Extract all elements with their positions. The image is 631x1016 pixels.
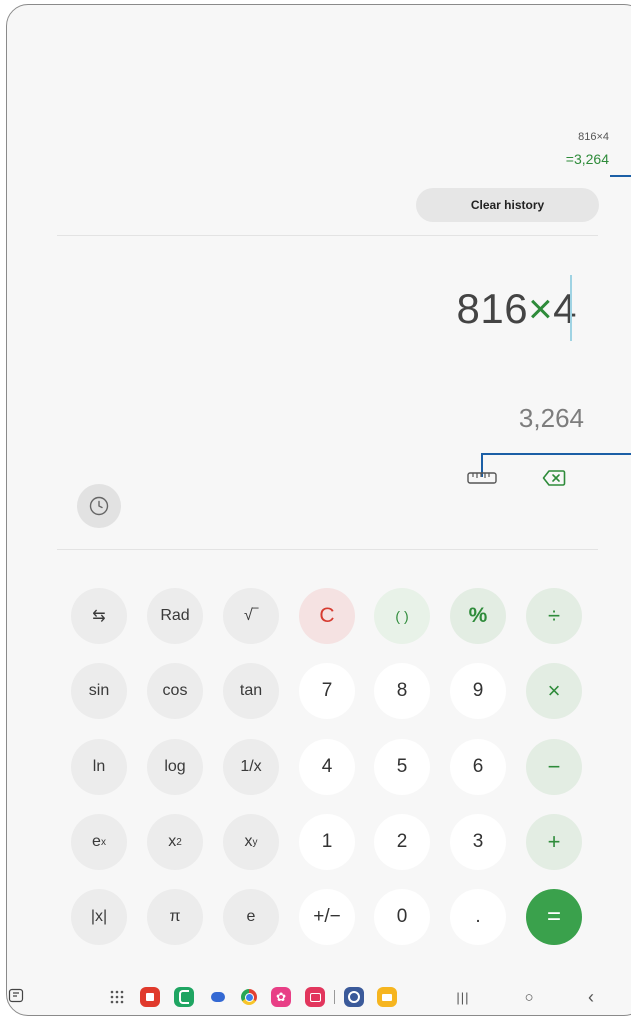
- key-label-sup: y: [252, 836, 258, 848]
- key-equals[interactable]: =: [526, 889, 582, 945]
- key-plus[interactable]: +: [526, 814, 582, 870]
- key-label-base: x: [168, 833, 177, 850]
- taskbar-separator: [332, 986, 336, 1008]
- key-minus[interactable]: −: [526, 739, 582, 795]
- back-button[interactable]: ‹: [580, 986, 602, 1008]
- key-x-power-y[interactable]: xy: [223, 814, 279, 870]
- ruler-icon: [467, 472, 497, 484]
- chrome-icon: [241, 989, 257, 1005]
- chrome-app[interactable]: [238, 986, 260, 1008]
- key-cos[interactable]: cos: [147, 663, 203, 719]
- key-label-sup: x: [100, 836, 106, 848]
- history-divider: [57, 235, 598, 236]
- clear-history-button[interactable]: Clear history: [416, 188, 599, 222]
- key-swap[interactable]: ⇆: [71, 588, 127, 644]
- galaxy-store-icon: ✿: [271, 987, 291, 1007]
- key-1[interactable]: 1: [299, 814, 355, 870]
- key-negate[interactable]: +/−: [299, 889, 355, 945]
- clock-icon: [89, 496, 109, 516]
- expression-operand-left: 816: [456, 285, 529, 332]
- flipboard-app[interactable]: [139, 986, 161, 1008]
- key-absolute[interactable]: |x|: [71, 889, 127, 945]
- key-0[interactable]: 0: [374, 889, 430, 945]
- key-5[interactable]: 5: [374, 739, 430, 795]
- galaxy-store-app[interactable]: ✿: [270, 986, 292, 1008]
- key-x-squared[interactable]: x2: [147, 814, 203, 870]
- key-reciprocal[interactable]: 1/x: [223, 739, 279, 795]
- settings-app[interactable]: [343, 986, 365, 1008]
- backspace-button[interactable]: [540, 467, 568, 489]
- files-icon: [377, 987, 397, 1007]
- result-preview: 3,264: [518, 403, 584, 433]
- camera-app[interactable]: [304, 986, 326, 1008]
- files-app[interactable]: [376, 986, 398, 1008]
- key-rad[interactable]: Rad: [147, 588, 203, 644]
- backspace-icon: [542, 470, 566, 486]
- taskbar-settings-button[interactable]: [6, 986, 26, 1006]
- key-euler[interactable]: e: [223, 889, 279, 945]
- messages-app[interactable]: [207, 986, 229, 1008]
- key-decimal[interactable]: .: [450, 889, 506, 945]
- text-cursor: [570, 275, 572, 341]
- key-percent[interactable]: %: [450, 588, 506, 644]
- key-3[interactable]: 3: [450, 814, 506, 870]
- key-divide[interactable]: ÷: [526, 588, 582, 644]
- apps-grid-button[interactable]: [106, 986, 128, 1008]
- camera-icon: [305, 987, 325, 1007]
- key-pi[interactable]: π: [147, 889, 203, 945]
- key-8[interactable]: 8: [374, 663, 430, 719]
- expression-operator: ×: [528, 285, 554, 332]
- flipboard-icon: [140, 987, 160, 1007]
- history-result[interactable]: =3,264: [566, 151, 609, 167]
- key-label-sup: 2: [176, 836, 182, 848]
- key-6[interactable]: 6: [450, 739, 506, 795]
- key-sqrt[interactable]: √‾: [223, 588, 279, 644]
- apps-grid-icon: [110, 990, 124, 1004]
- key-multiply[interactable]: ×: [526, 663, 582, 719]
- key-4[interactable]: 4: [299, 739, 355, 795]
- key-log[interactable]: log: [147, 739, 203, 795]
- expression-display[interactable]: 816 × 4: [457, 285, 577, 333]
- key-2[interactable]: 2: [374, 814, 430, 870]
- key-parentheses[interactable]: ( ): [374, 588, 430, 644]
- key-label-base: x: [244, 833, 253, 850]
- key-7[interactable]: 7: [299, 663, 355, 719]
- messages-icon: [211, 992, 225, 1002]
- taskbar: ✿ ||| ○ ‹: [0, 986, 631, 1011]
- expression-operand-right: 4: [553, 285, 577, 332]
- settings-icon: [344, 987, 364, 1007]
- phone-app[interactable]: [173, 986, 195, 1008]
- key-e-power-x[interactable]: ex: [71, 814, 127, 870]
- calculator-window: 816×4 =3,264 Clear history 816 × 4 3,264…: [6, 4, 631, 1016]
- key-9[interactable]: 9: [450, 663, 506, 719]
- keypad-divider: [57, 549, 598, 550]
- unit-converter-button[interactable]: [465, 468, 499, 488]
- callout-line-unit-horizontal: [481, 453, 631, 455]
- history-button[interactable]: [77, 484, 121, 528]
- key-tan[interactable]: tan: [223, 663, 279, 719]
- callout-line-history: [610, 175, 631, 177]
- key-label-base: e: [92, 833, 101, 850]
- key-clear[interactable]: C: [299, 588, 355, 644]
- history-expression[interactable]: 816×4: [578, 131, 609, 143]
- key-sin[interactable]: sin: [71, 663, 127, 719]
- home-button[interactable]: ○: [518, 986, 540, 1008]
- recents-button[interactable]: |||: [452, 986, 474, 1008]
- phone-icon: [174, 987, 194, 1007]
- taskbar-toggle-icon: [8, 988, 24, 1003]
- key-ln[interactable]: ln: [71, 739, 127, 795]
